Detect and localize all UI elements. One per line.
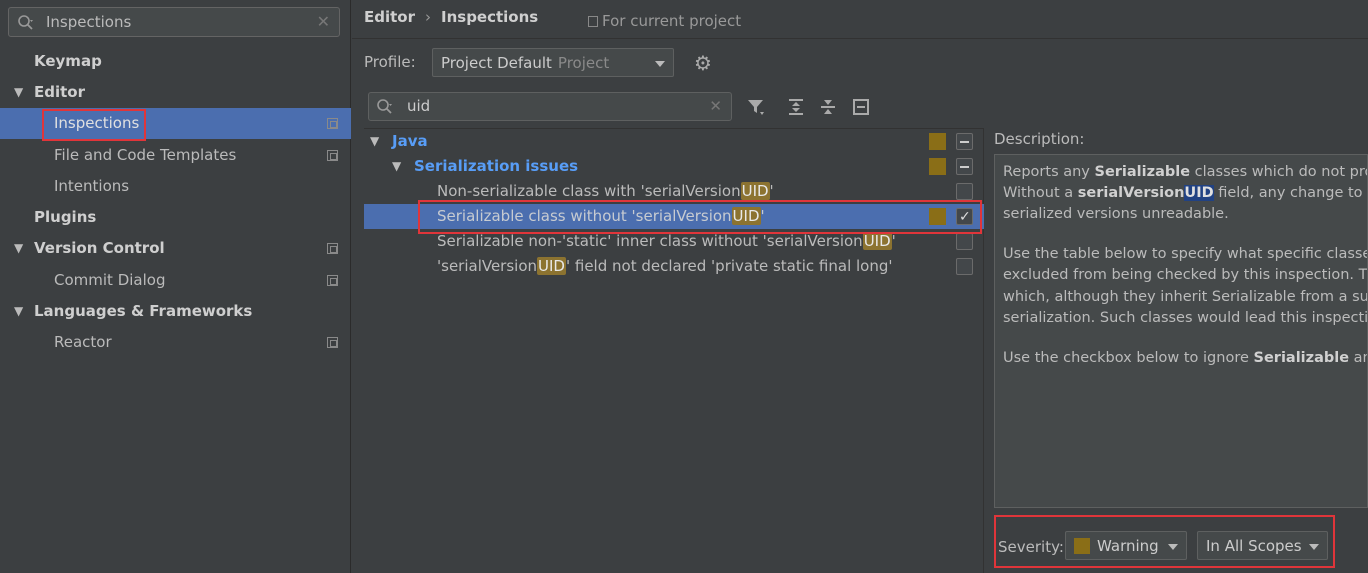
tree-group-label: Serialization issues (414, 157, 579, 175)
description-pane: Reports any Serializable classes which d… (994, 154, 1368, 508)
description-text: Use the table below to specify what spec… (1003, 246, 1368, 262)
description-label: Description: (994, 130, 1085, 148)
profile-value: Project Default Project (441, 54, 610, 72)
highlight-box (994, 515, 1335, 568)
filter-value: uid (407, 97, 431, 115)
sidebar-item-intentions[interactable]: Intentions (0, 171, 351, 202)
sidebar-item-version-control[interactable]: ▼ Version Control (0, 233, 351, 264)
filter-icon[interactable] (746, 97, 766, 117)
settings-sidebar: Inspections ✕ Keymap ▼ Editor Inspection… (0, 0, 351, 573)
expand-arrow-icon[interactable]: ▼ (14, 296, 23, 327)
highlight-box (418, 200, 982, 234)
highlight-box (42, 109, 146, 141)
inspection-filter-input[interactable]: uid ✕ (368, 92, 732, 121)
inspection-row[interactable]: 'serialVersionUID' field not declared 'p… (364, 254, 984, 279)
gear-icon[interactable]: ⚙ (694, 53, 712, 73)
breadcrumb: Editor › Inspections (364, 8, 538, 26)
collapse-all-icon[interactable] (818, 97, 838, 117)
sidebar-item-label: Reactor (54, 333, 112, 351)
expand-arrow-icon[interactable]: ▼ (370, 129, 379, 154)
expand-arrow-icon[interactable]: ▼ (14, 233, 23, 264)
warning-severity-icon (929, 133, 946, 150)
tree-group-serialization[interactable]: ▼ Serialization issues (364, 154, 984, 179)
tree-group-label: Java (392, 132, 428, 150)
reset-icon[interactable] (851, 97, 871, 117)
project-scope-icon (327, 150, 338, 161)
breadcrumb-inspections: Inspections (441, 8, 539, 26)
inspections-panel: Editor › Inspections For current project P… (352, 0, 1368, 573)
search-icon (18, 15, 33, 30)
project-scope-icon (588, 16, 598, 27)
description-text: Use the checkbox below to ignore Seriali… (1003, 350, 1367, 366)
warning-severity-icon (929, 158, 946, 175)
sidebar-item-label: Version Control (34, 239, 165, 257)
sidebar-item-languages[interactable]: ▼ Languages & Frameworks (0, 296, 351, 327)
description-text: which, although they inherit Serializabl… (1003, 289, 1368, 305)
settings-search-input[interactable]: Inspections ✕ (8, 7, 340, 37)
project-scope-icon (327, 243, 338, 254)
project-scope-icon (327, 118, 338, 129)
description-text: Without a serialVersionUID field, any ch… (1003, 185, 1367, 201)
sidebar-item-commit-dialog[interactable]: Commit Dialog (0, 265, 351, 296)
description-text: serialized versions unreadable. (1003, 206, 1229, 222)
profile-label: Profile: (364, 53, 416, 71)
profile-sub: Project (557, 54, 610, 72)
sidebar-item-label: Keymap (34, 52, 102, 70)
scope-note: For current project (588, 12, 741, 30)
inspection-checkbox[interactable] (956, 233, 973, 250)
tree-group-java[interactable]: ▼ Java (364, 129, 984, 154)
scope-note-text: For current project (602, 12, 742, 30)
search-value: Inspections (46, 13, 132, 31)
inspection-checkbox[interactable] (956, 183, 973, 200)
sidebar-item-label: File and Code Templates (54, 146, 237, 164)
project-scope-icon (327, 275, 338, 286)
search-icon (377, 99, 392, 114)
sidebar-item-label: Intentions (54, 177, 130, 195)
expand-arrow-icon[interactable]: ▼ (14, 77, 23, 108)
group-checkbox[interactable] (956, 133, 973, 150)
expand-all-icon[interactable] (786, 97, 806, 117)
clear-search-icon[interactable]: ✕ (317, 12, 330, 31)
clear-filter-icon[interactable]: ✕ (709, 97, 722, 115)
sidebar-item-label: Editor (34, 83, 85, 101)
breadcrumb-editor: Editor (364, 8, 415, 26)
sidebar-item-label: Plugins (34, 208, 97, 226)
sidebar-item-keymap[interactable]: Keymap (0, 46, 351, 77)
sidebar-item-label: Languages & Frameworks (34, 302, 253, 320)
inspection-label: 'serialVersionUID' field not declared 'p… (437, 257, 893, 275)
project-scope-icon (327, 337, 338, 348)
expand-arrow-icon[interactable]: ▼ (392, 154, 401, 179)
group-checkbox[interactable] (956, 158, 973, 175)
sidebar-item-label: Commit Dialog (54, 271, 166, 289)
chevron-down-icon (655, 61, 665, 67)
inspection-tree: ▼ Java ▼ Serialization issues Non-serial… (364, 128, 984, 573)
sidebar-item-file-templates[interactable]: File and Code Templates (0, 140, 351, 171)
profile-dropdown[interactable]: Project Default Project (432, 48, 674, 77)
description-text: excluded from being checked by this insp… (1003, 267, 1368, 283)
inspection-checkbox[interactable] (956, 258, 973, 275)
sidebar-item-editor[interactable]: ▼ Editor (0, 77, 351, 108)
divider (352, 38, 1368, 39)
sidebar-item-reactor[interactable]: Reactor (0, 327, 351, 358)
breadcrumb-separator: › (425, 8, 431, 26)
description-text: Reports any Serializable classes which d… (1003, 164, 1368, 180)
sidebar-item-plugins[interactable]: Plugins (0, 202, 351, 233)
description-text: serialization. Such classes would lead t… (1003, 310, 1368, 326)
